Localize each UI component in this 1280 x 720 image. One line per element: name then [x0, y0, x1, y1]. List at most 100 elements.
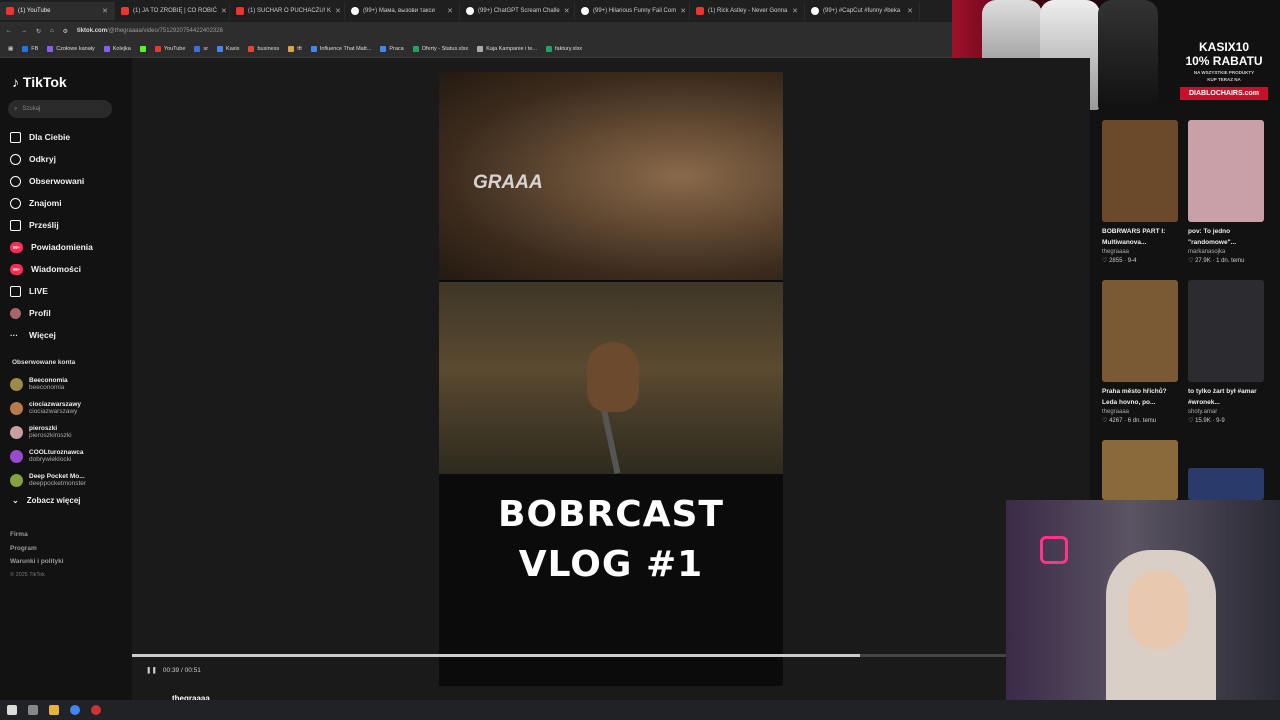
like-count: 15.9K [1195, 418, 1211, 424]
close-icon[interactable]: ✕ [221, 7, 227, 15]
browser-tab[interactable]: (1) JA TO ZROBIĘ | CO ROBIĆ ✕ [115, 2, 230, 20]
bookmark[interactable]: YouTube [154, 45, 185, 52]
video-card[interactable] [1188, 468, 1264, 500]
browser-tab-bar: (1) YouTube ✕ (1) JA TO ZROBIĘ | CO ROBIĆ… [0, 0, 952, 22]
followed-account[interactable]: Beeconomia beeconomia [10, 372, 128, 396]
nav-item-explore[interactable]: Odkryj [10, 148, 128, 170]
bookmark-label: Oferty - Status.xlsx [421, 45, 469, 52]
pause-icon[interactable]: ❚❚ [146, 666, 157, 674]
bookmark[interactable]: Kasix [217, 45, 240, 52]
see-more-button[interactable]: ⌄ Zobacz więcej [12, 496, 81, 505]
forward-icon[interactable]: → [21, 28, 27, 34]
progress-fill [132, 654, 861, 657]
nav-item-following[interactable]: Obserwowani [10, 170, 128, 192]
video-card[interactable]: to tylko żart był #amar #wronek... shoty… [1188, 280, 1264, 424]
tiktok-icon [351, 7, 359, 15]
apps-icon[interactable]: ▦ [8, 46, 13, 52]
footer-link-terms[interactable]: Warunki i polityki [10, 555, 64, 569]
browser-tab[interactable]: (1) SUCHAR O PUCHACZU! K ✕ [230, 2, 345, 20]
video-card[interactable]: Praha město hříchů? Leda hovno, po... th… [1102, 280, 1178, 424]
post-age: 9-4 [1127, 258, 1137, 264]
browser-tab[interactable]: (99+) #CapCut #funny #beka ✕ [805, 2, 920, 20]
bookmark[interactable]: Czołowe kanały [47, 45, 95, 52]
browser-tab[interactable]: (99+) Мама, вызови такси ✕ [345, 2, 460, 20]
followed-account[interactable]: pieroszki pieroszkiroszki [10, 420, 128, 444]
followed-account[interactable]: Deep Pocket Mo... deeppocketmonster [10, 468, 128, 492]
nav-label: Dla Ciebie [29, 132, 71, 142]
browser-tab[interactable]: (99+) ChatGPT Scream Challe ✕ [460, 2, 575, 20]
file-explorer-icon[interactable] [49, 705, 59, 715]
footer-link-program[interactable]: Program [10, 542, 64, 556]
task-view-icon[interactable] [28, 705, 38, 715]
tiktok-logo[interactable]: ♪ TikTok [12, 74, 67, 90]
video-thumbnail [1102, 440, 1178, 500]
close-icon[interactable]: ✕ [102, 7, 108, 15]
browser-tab[interactable]: (99+) Hilarious Funny Fail Com ✕ [575, 2, 690, 20]
nav-item-upload[interactable]: Prześlij [10, 214, 128, 236]
youtube-icon [6, 7, 14, 15]
url-field[interactable]: tiktok.com/@thegraaaa/video/751292075442… [77, 28, 223, 34]
sheets-icon [412, 45, 419, 52]
tab-title: (1) SUCHAR O PUCHACZU! K [248, 8, 332, 14]
reload-icon[interactable]: ↻ [36, 28, 41, 35]
video-card[interactable]: BOBRWARS PART I: Multiwanova... thegraaa… [1102, 120, 1178, 264]
bookmark[interactable]: faktury.xlsx [545, 45, 582, 52]
site-info-icon[interactable]: ⚙ [63, 28, 68, 35]
bookmarks-bar: ▦ FB Czołowe kanały Kolejka YouTube sr K… [0, 40, 952, 58]
bookmark[interactable]: Oferty - Status.xlsx [412, 45, 469, 52]
bookmark-label: Kasix [226, 45, 240, 52]
bookmark[interactable]: Influence That Matt... [310, 45, 371, 52]
nav-item-live[interactable]: LIVE [10, 280, 128, 302]
start-icon[interactable] [7, 705, 17, 715]
account-handle: pieroszkiroszki [29, 432, 72, 439]
nav-item-profile[interactable]: Profil [10, 302, 128, 324]
avatar [10, 377, 23, 391]
video-thumbnail [1102, 120, 1178, 222]
chrome-icon[interactable] [70, 705, 80, 715]
bookmark[interactable]: Kolejka [103, 45, 131, 52]
home-icon[interactable]: ⌂ [50, 28, 54, 34]
close-icon[interactable]: ✕ [792, 7, 798, 15]
bookmark[interactable] [139, 45, 146, 52]
close-icon[interactable]: ✕ [680, 7, 686, 15]
close-icon[interactable]: ✕ [564, 7, 570, 15]
video-card[interactable]: pov: To jedno "randomowe"... markanasojk… [1188, 120, 1264, 264]
video-stage: GRAAA BOBRCAST VLOG #1 ❚❚ 00:39 / 00:51 t… [132, 58, 1090, 703]
bookmark[interactable]: business [248, 45, 279, 52]
video-card-title: pov: To jedno "randomowe"... [1188, 228, 1237, 246]
bookmark[interactable]: Praca [380, 45, 404, 52]
close-icon[interactable]: ✕ [907, 7, 913, 15]
followed-accounts-list: Beeconomia beeconomia ciociazwarszawy cioc… [10, 372, 128, 492]
video-player[interactable]: GRAAA BOBRCAST VLOG #1 [439, 72, 783, 686]
bookmark[interactable]: Kaja Kampanie i te... [477, 45, 537, 52]
heart-icon: ♡ [1102, 418, 1108, 424]
avatar [10, 425, 23, 439]
browser-tab[interactable]: (1) YouTube ✕ [0, 2, 115, 20]
video-card-author: thegraaaa [1102, 409, 1130, 415]
followed-account[interactable]: COOLturoznawca dobrywieklocki [10, 444, 128, 468]
browser-tab[interactable]: (1) Rick Astley - Never Gonna ✕ [690, 2, 805, 20]
video-progress-bar[interactable] [132, 654, 1090, 657]
bookmark[interactable]: FB [22, 45, 38, 52]
nav-item-for-you[interactable]: Dla Ciebie [10, 126, 128, 148]
bookmark[interactable]: tft [288, 45, 302, 52]
address-bar: ← → ↻ ⌂ ⚙ tiktok.com/@thegraaaa/video/75… [0, 22, 952, 40]
close-icon[interactable]: ✕ [335, 7, 341, 15]
back-icon[interactable]: ← [6, 28, 12, 34]
kick-icon [139, 45, 146, 52]
video-card-author: markanasojka [1188, 249, 1226, 255]
footer-link-company[interactable]: Firma [10, 528, 64, 542]
bookmark[interactable]: sr [194, 45, 208, 52]
following-icon [10, 175, 21, 187]
followed-account[interactable]: ciociazwarszawy ciociazwarszawy [10, 396, 128, 420]
app-icon[interactable] [91, 705, 101, 715]
close-icon[interactable]: ✕ [447, 7, 453, 15]
nav-item-more[interactable]: ··· Więcej [10, 324, 128, 346]
nav-item-messages[interactable]: 99+ Wiadomości [10, 258, 128, 280]
nav-item-notifications[interactable]: 99+ Powiadomienia [10, 236, 128, 258]
nav-item-friends[interactable]: Znajomi [10, 192, 128, 214]
search-icon: ⌕ [14, 105, 18, 112]
search-input[interactable]: ⌕ Szukaj [8, 100, 112, 118]
video-controls: ❚❚ 00:39 / 00:51 [146, 666, 201, 675]
video-card[interactable] [1102, 440, 1178, 500]
